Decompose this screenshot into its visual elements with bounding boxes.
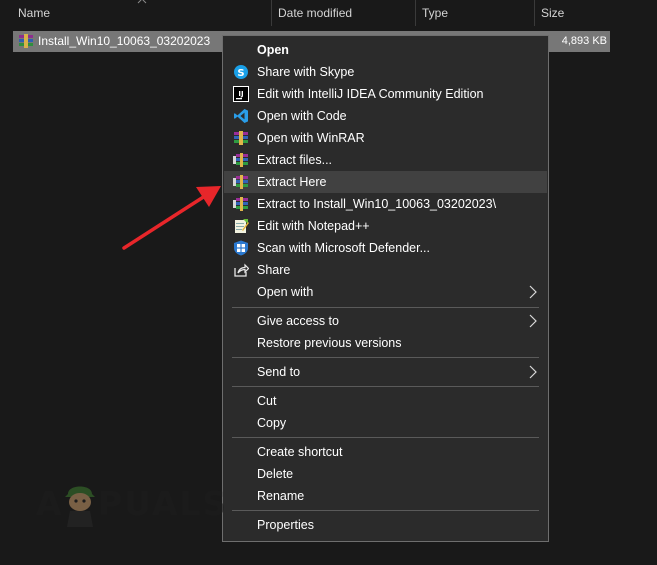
appuals-watermark: A PUALS — [34, 480, 249, 530]
watermark-letter: A — [36, 484, 64, 523]
watermark-mascot-icon — [65, 486, 95, 527]
watermark-text: PUALS — [98, 484, 229, 523]
